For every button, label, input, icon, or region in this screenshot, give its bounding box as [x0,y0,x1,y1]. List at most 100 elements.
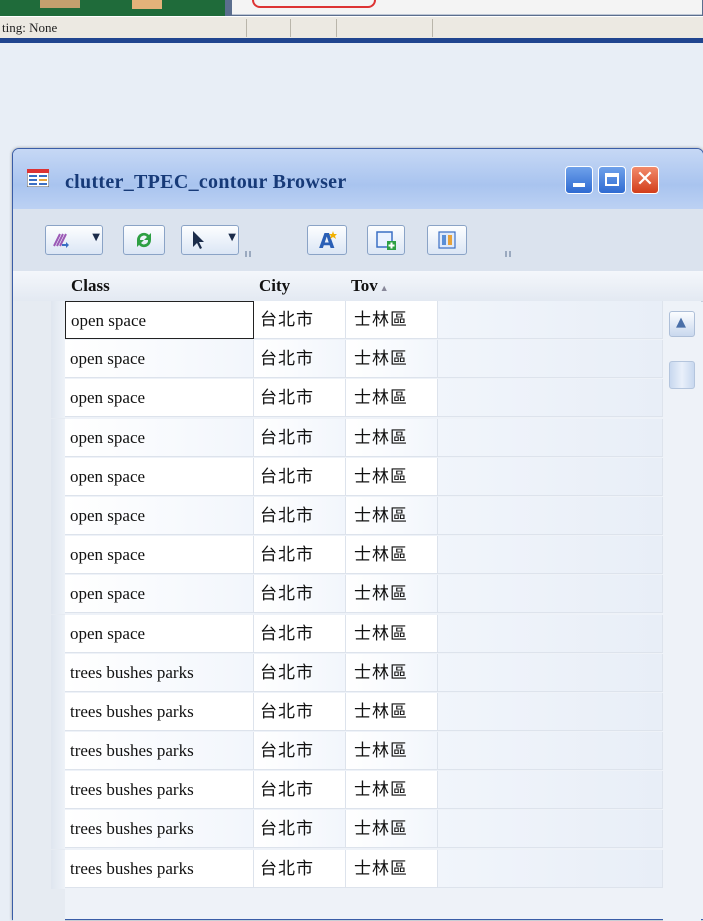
cell-town[interactable]: 士林區 [346,301,438,339]
row-selector[interactable] [51,340,65,380]
cell-town[interactable]: 士林區 [346,614,438,653]
cell-city[interactable]: 台北市 [254,340,346,379]
cell-town[interactable]: 士林區 [346,418,438,457]
cell-city[interactable]: 台北市 [254,496,346,535]
cell-class[interactable]: open space [65,457,254,496]
cell-empty[interactable] [438,340,663,379]
cell-class[interactable]: trees bushes parks [65,849,254,888]
row-selector[interactable] [51,732,65,772]
columns-button[interactable] [427,225,467,255]
label-button[interactable]: A [307,225,347,255]
row-selector[interactable] [51,653,65,693]
close-button[interactable]: ✕ [631,166,659,194]
cell-empty[interactable] [438,810,663,849]
cell-empty[interactable] [438,692,663,731]
cell-class[interactable]: trees bushes parks [65,771,254,810]
cell-city[interactable]: 台北市 [254,614,346,653]
new-record-button[interactable] [367,225,405,255]
row-selector[interactable] [51,496,65,536]
maximize-button[interactable] [598,166,626,194]
refresh-button[interactable] [123,225,165,255]
cell-city[interactable]: 台北市 [254,536,346,575]
table-row[interactable]: open space 台北市 士林區 [13,418,663,458]
cell-town[interactable]: 士林區 [346,496,438,535]
row-selector[interactable] [51,810,65,850]
cell-class[interactable]: open space [65,418,254,457]
vertical-scrollbar[interactable]: ▲ [663,301,701,921]
scroll-thumb[interactable] [669,361,695,389]
table-row[interactable]: trees bushes parks 台北市 士林區 [13,849,663,889]
row-selector[interactable] [51,301,65,340]
cell-city[interactable]: 台北市 [254,418,346,457]
cell-town[interactable]: 士林區 [346,575,438,614]
row-selector[interactable] [51,379,65,419]
cell-town[interactable]: 士林區 [346,810,438,849]
cell-city[interactable]: 台北市 [254,379,346,418]
pick-fields-button[interactable]: ▼ [45,225,103,255]
row-selector[interactable] [51,849,65,889]
column-header-city[interactable]: City [259,276,290,296]
minimize-button[interactable] [565,166,593,194]
title-bar[interactable]: clutter_TPEC_contour Browser ✕ [13,149,703,209]
cell-town[interactable]: 士林區 [346,536,438,575]
cell-town[interactable]: 士林區 [346,379,438,418]
cell-empty[interactable] [438,496,663,535]
cell-town[interactable]: 士林區 [346,340,438,379]
cell-city[interactable]: 台北市 [254,849,346,888]
cell-town[interactable]: 士林區 [346,771,438,810]
cell-class[interactable]: open space [65,536,254,575]
row-selector[interactable] [51,536,65,576]
scroll-up-button[interactable]: ▲ [669,311,695,337]
cell-empty[interactable] [438,732,663,771]
cell-city[interactable]: 台北市 [254,732,346,771]
cell-class[interactable]: trees bushes parks [65,692,254,731]
cell-class[interactable]: open space [65,496,254,535]
cell-class[interactable]: open space [65,340,254,379]
row-selector[interactable] [51,418,65,458]
table-row[interactable]: open space 台北市 士林區 [13,340,663,380]
cell-class[interactable]: open space [65,301,254,339]
cell-city[interactable]: 台北市 [254,810,346,849]
table-row[interactable]: open space 台北市 士林區 [13,301,663,340]
row-selector[interactable] [51,575,65,615]
cell-city[interactable]: 台北市 [254,575,346,614]
cell-city[interactable]: 台北市 [254,771,346,810]
cell-class[interactable]: open space [65,379,254,418]
row-selector[interactable] [51,614,65,654]
table-row[interactable]: open space 台北市 士林區 [13,575,663,615]
table-row[interactable]: open space 台北市 士林區 [13,614,663,654]
table-row[interactable]: trees bushes parks 台北市 士林區 [13,732,663,772]
table-row[interactable]: trees bushes parks 台北市 士林區 [13,653,663,693]
row-selector[interactable] [51,771,65,811]
cell-town[interactable]: 士林區 [346,732,438,771]
row-selector[interactable] [51,457,65,497]
cell-class[interactable]: trees bushes parks [65,732,254,771]
cell-class[interactable]: trees bushes parks [65,653,254,692]
cell-town[interactable]: 士林區 [346,692,438,731]
table-row[interactable]: open space 台北市 士林區 [13,379,663,419]
cell-empty[interactable] [438,379,663,418]
column-header-town[interactable]: Tov ▲ [351,276,389,296]
toolbar-grip[interactable] [505,251,513,257]
cell-town[interactable]: 士林區 [346,653,438,692]
cell-empty[interactable] [438,418,663,457]
cell-empty[interactable] [438,849,663,888]
cell-city[interactable]: 台北市 [254,457,346,496]
cell-city[interactable]: 台北市 [254,692,346,731]
toolbar-grip[interactable] [245,251,253,257]
cell-empty[interactable] [438,536,663,575]
table-row[interactable]: open space 台北市 士林區 [13,536,663,576]
column-header-class[interactable]: Class [71,276,110,296]
cell-town[interactable]: 士林區 [346,849,438,888]
table-row[interactable]: open space 台北市 士林區 [13,457,663,497]
table-row[interactable]: trees bushes parks 台北市 士林區 [13,692,663,732]
cell-town[interactable]: 士林區 [346,457,438,496]
cell-class[interactable]: trees bushes parks [65,810,254,849]
table-row[interactable]: trees bushes parks 台北市 士林區 [13,810,663,850]
cell-empty[interactable] [438,771,663,810]
cell-city[interactable]: 台北市 [254,653,346,692]
cell-empty[interactable] [438,457,663,496]
table-row[interactable]: open space 台北市 士林區 [13,496,663,536]
cell-empty[interactable] [438,653,663,692]
cell-empty[interactable] [438,301,663,339]
